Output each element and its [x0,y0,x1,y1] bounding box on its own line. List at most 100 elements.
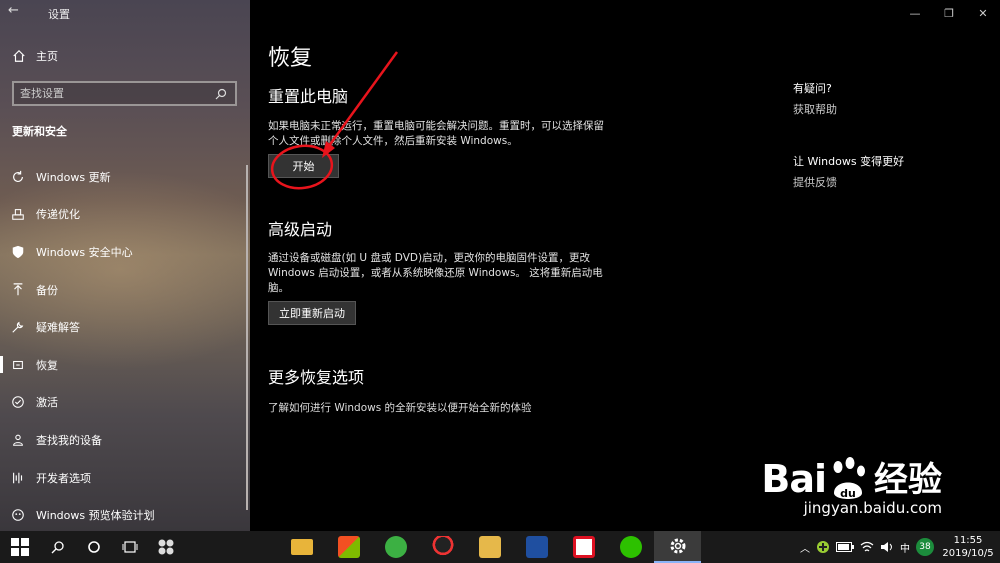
pinwheel-app-button[interactable] [148,531,184,563]
delivery-icon [12,209,24,221]
taskbar: ︿ 中 38 11:55 2019/10/5 [0,531,1000,563]
close-button[interactable]: ✕ [966,0,1000,26]
sidebar-item-label: 传递优化 [36,208,80,222]
sidebar-item-label: 疑难解答 [36,321,80,335]
green-browser-icon [384,536,407,558]
file-explorer-icon [290,539,313,555]
sidebar-item-developer[interactable]: 开发者选项 [0,459,250,497]
insider-icon [12,509,24,521]
sidebar-item-insider[interactable]: Windows 预览体验计划 [0,496,250,531]
sidebar-item-recovery[interactable]: 恢复 [0,346,250,384]
sidebar-item-label: 备份 [36,283,58,297]
search-icon[interactable] [215,88,227,100]
taskbar-clock[interactable]: 11:55 2019/10/5 [940,534,996,560]
battery-icon[interactable] [836,542,854,552]
main-content: — ❐ ✕ 恢复 重置此电脑 如果电脑未正常运行，重置电脑可能会解决问题。重置时… [250,0,1000,531]
settings-sidebar: ← 设置 主页 更新和安全 Windows 更新 传递优化 Windows 安全… [0,0,250,531]
taskbar-bank[interactable] [513,531,560,563]
restart-now-button[interactable]: 立即重新启动 [268,301,356,325]
cortana-icon [88,541,100,553]
window-controls: — ❐ ✕ [898,0,1000,26]
backup-arrow-icon [13,282,23,295]
wrench-icon [12,321,24,333]
more-options-heading: 更多恢复选项 [268,368,365,387]
sidebar-item-label: 激活 [36,396,58,410]
taskbar-green-browser[interactable] [372,531,419,563]
clock-date: 2019/10/5 [942,548,994,559]
person-pin-icon [13,434,23,446]
windows-logo-icon [11,538,29,556]
advanced-desc-line: Windows 启动设置，或者从系统映像还原 Windows。 这将重新启动电 [268,267,603,279]
taskbar-file-explorer[interactable] [278,531,325,563]
bank-icon [525,536,548,558]
advanced-desc-line: 通过设备或磁盘(如 U 盘或 DVD)启动，更改你的电脑固件设置，更改 [268,252,591,264]
advanced-startup-heading: 高级启动 [268,220,333,239]
search-icon [51,541,64,554]
sidebar-item-windows-update[interactable]: Windows 更新 [0,158,250,196]
sidebar-item-backup[interactable]: 备份 [0,271,250,309]
tray-chevron-up-icon[interactable]: ︿ [800,540,810,555]
ime-icon[interactable]: 中 [900,540,910,555]
sidebar-item-find-my-device[interactable]: 查找我的设备 [0,421,250,459]
tray-badge[interactable]: 38 [916,538,934,556]
clean-install-link[interactable]: 了解如何进行 Windows 的全新安装以便开始全新的体验 [268,400,532,415]
get-help-link[interactable]: 获取帮助 [793,101,837,117]
taskbar-wechat[interactable] [607,531,654,563]
recovery-icon [13,360,23,369]
check-circle-icon [12,396,24,409]
sidebar-scrollbar[interactable] [246,165,248,510]
screen: ← 设置 主页 更新和安全 Windows 更新 传递优化 Windows 安全… [0,0,1000,563]
system-tray: ︿ 中 38 11:55 2019/10/5 [800,531,1000,563]
qq-icon [431,536,454,558]
reset-start-button[interactable]: 开始 [268,154,339,178]
cortana-button[interactable] [76,531,112,563]
clock-time: 11:55 [953,535,983,546]
task-view-button[interactable] [112,531,148,563]
volume-icon[interactable] [880,541,894,553]
sidebar-nav: Windows 更新 传递优化 Windows 安全中心 备份 疑难解答 恢复 [0,158,250,531]
give-feedback-link[interactable]: 提供反馈 [793,174,837,190]
back-button[interactable]: ← [8,3,30,21]
page-title: 恢复 [268,46,313,71]
taskbar-red-app[interactable] [560,531,607,563]
home-label: 主页 [36,50,58,63]
tray-green-plus-icon[interactable] [816,540,830,554]
sidebar-item-delivery-optimization[interactable]: 传递优化 [0,196,250,234]
sidebar-item-label: Windows 更新 [36,170,111,184]
taskbar-qq[interactable] [419,531,466,563]
sidebar-item-activation[interactable]: 激活 [0,384,250,422]
taskbar-search-button[interactable] [40,531,76,563]
section-title: 更新和安全 [12,125,67,138]
pinwheel-icon [158,539,174,555]
reset-description: 如果电脑未正常运行，重置电脑可能会解决问题。重置时，可以选择保留 个人文件或删除… [268,119,604,149]
taskbar-settings[interactable] [654,531,701,563]
store-icon [337,536,360,558]
wifi-icon[interactable] [860,541,874,553]
minimize-button[interactable]: — [898,0,932,26]
wechat-icon [619,536,642,558]
reset-heading: 重置此电脑 [268,87,349,106]
feedback-heading: 让 Windows 变得更好 [793,155,905,168]
reset-desc-line: 个人文件或删除个人文件，然后重新安装 Windows。 [268,135,518,147]
start-button[interactable] [0,531,40,563]
refresh-icon [13,170,23,182]
mail-icon [478,536,501,558]
sidebar-item-troubleshoot[interactable]: 疑难解答 [0,308,250,346]
sidebar-item-label: 开发者选项 [36,471,91,485]
reset-desc-line: 如果电脑未正常运行，重置电脑可能会解决问题。重置时，可以选择保留 [268,120,604,132]
home-icon [13,49,25,62]
shield-icon [12,245,24,259]
red-app-icon [572,536,595,558]
search-box[interactable] [12,81,237,106]
advanced-startup-description: 通过设备或磁盘(如 U 盘或 DVD)启动，更改你的电脑固件设置，更改 Wind… [268,251,603,296]
window-title: 设置 [48,8,70,21]
restore-button[interactable]: ❐ [932,0,966,26]
search-input[interactable] [20,87,200,100]
sidebar-item-security-center[interactable]: Windows 安全中心 [0,233,250,271]
taskbar-store[interactable] [325,531,372,563]
home-link[interactable]: 主页 [12,48,58,64]
settings-icon [670,538,685,554]
taskbar-mail[interactable] [466,531,513,563]
sidebar-item-label: Windows 安全中心 [36,245,133,259]
developer-icon [13,472,23,483]
